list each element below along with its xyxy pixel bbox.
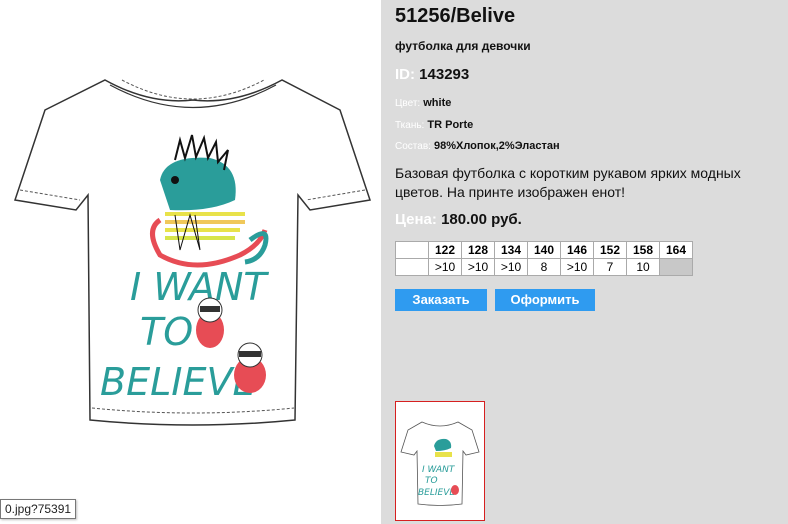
fabric-value: TR Porte — [427, 119, 474, 131]
thumbnail-print-line2: TO — [425, 476, 438, 486]
size-corner-cell — [395, 241, 429, 259]
thumbnail-print-line1: I WANT — [422, 465, 456, 475]
stock-cell[interactable]: 10 — [626, 258, 660, 276]
print-text-line1: I WANT — [130, 265, 269, 309]
color-label: Цвет: — [395, 98, 421, 109]
stock-cell[interactable]: >10 — [560, 258, 594, 276]
price-value: 180.00 руб. — [441, 211, 522, 228]
product-id: ID: 143293 — [395, 66, 469, 83]
size-header: 158 — [626, 241, 660, 259]
thumbnail-image: I WANT TO BELIEVE — [400, 421, 480, 506]
stock-cell[interactable]: >10 — [428, 258, 462, 276]
stock-cell[interactable]: >10 — [494, 258, 528, 276]
size-header-row: 122 128 134 140 146 152 158 164 — [395, 241, 693, 259]
size-header: 146 — [560, 241, 594, 259]
product-subtitle: футболка для девочки — [395, 39, 531, 53]
composition-row: Состав: 98%Хлопок,2%Эластан — [395, 140, 560, 152]
id-value: 143293 — [419, 66, 470, 83]
size-header: 134 — [494, 241, 528, 259]
composition-value: 98%Хлопок,2%Эластан — [433, 140, 560, 152]
stock-cell[interactable]: 7 — [593, 258, 627, 276]
print-text-line3: BELIEVE — [100, 360, 256, 404]
composition-label: Состав: — [395, 141, 431, 152]
product-description: Базовая футболка с коротким рукавом ярки… — [395, 165, 741, 200]
price-row: Цена: 180.00 руб. — [395, 211, 522, 228]
price-label: Цена: — [395, 211, 437, 228]
thumbnail-print-line3: BELIEVE — [418, 488, 455, 498]
fabric-label: Ткань: — [395, 120, 425, 131]
stock-corner-cell — [395, 258, 429, 276]
color-value: white — [423, 97, 452, 109]
stock-cell[interactable]: >10 — [461, 258, 495, 276]
thumbnail-selected[interactable]: I WANT TO BELIEVE — [395, 401, 485, 521]
size-header: 122 — [428, 241, 462, 259]
product-image-panel: I WANT TO BELIEVE 0.jpg?75391 — [0, 0, 381, 524]
tshirt-image[interactable]: I WANT TO BELIEVE — [10, 30, 375, 450]
size-header: 164 — [659, 241, 693, 259]
checkout-button[interactable]: Оформить — [495, 289, 595, 311]
size-header: 140 — [527, 241, 561, 259]
size-table: 122 128 134 140 146 152 158 164 >10 >10 … — [395, 241, 693, 276]
product-info-panel: 51256/Belive футболка для девочки ID: 14… — [381, 0, 788, 524]
id-label: ID: — [395, 66, 415, 83]
stock-cell[interactable]: 8 — [527, 258, 561, 276]
image-url-tooltip: 0.jpg?75391 — [0, 499, 77, 519]
stock-row: >10 >10 >10 8 >10 7 10 — [395, 258, 693, 276]
color-row: Цвет: white — [395, 97, 451, 109]
size-header: 128 — [461, 241, 495, 259]
stock-cell-unavailable — [659, 258, 693, 276]
fabric-row: Ткань: TR Porte — [395, 119, 473, 131]
order-button[interactable]: Заказать — [395, 289, 487, 311]
size-header: 152 — [593, 241, 627, 259]
print-text-line2: TO — [140, 310, 193, 354]
product-title: 51256/Belive — [395, 5, 516, 27]
